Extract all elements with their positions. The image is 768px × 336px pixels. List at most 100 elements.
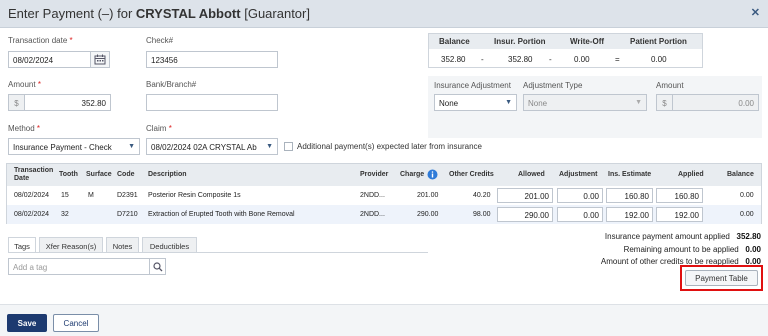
amount-label: Amount * [8,80,41,89]
chevron-down-icon: ▼ [128,143,135,150]
additional-payments-label: Additional payment(s) expected later fro… [297,142,482,151]
col-applied: Applied [678,171,704,178]
payment-table-button[interactable]: Payment Table [685,270,758,286]
col-charge: Charge [400,171,425,178]
dialog-footer: Save Cancel [0,304,768,336]
col-provider: Provider [360,171,389,178]
col-date-1: Transaction [14,167,54,174]
row-charge: 201.00 [417,192,439,199]
bank-branch-input[interactable] [146,94,278,111]
tab-notes[interactable]: Notes [106,237,139,253]
row-surface: M [88,192,94,199]
dialog-titlebar: Enter Payment (–) for CRYSTAL Abbott [Gu… [0,0,768,28]
patient-portion-value: 0.00 [651,55,667,64]
patient-name: CRYSTAL Abbott [135,6,241,21]
dollar-addon: $ [656,94,673,111]
allowed-input[interactable]: 290.00 [497,207,553,222]
add-tag-input[interactable]: Add a tag [8,258,150,275]
save-button[interactable]: Save [7,314,47,332]
additional-payments-checkbox[interactable] [284,142,293,151]
payment-table-highlight: Payment Table [680,265,763,291]
method-select[interactable]: Insurance Payment - Check ▼ [8,138,140,155]
col-ins-estimate: Ins. Estimate [608,171,652,178]
col-tooth: Tooth [59,171,78,178]
ins-estimate-input[interactable]: 160.80 [606,188,653,203]
col-date-2: Date [14,175,30,182]
tab-tags[interactable]: Tags [8,237,36,253]
allowed-input[interactable]: 201.00 [497,188,553,203]
col-surface: Surface [86,171,112,178]
col-other-credits: Other Credits [449,171,494,178]
insurance-adjustment-label: Insurance Adjustment [434,81,511,90]
tab-xfer-reasons[interactable]: Xfer Reason(s) [39,237,103,253]
adjustment-type-select: None ▼ [523,94,647,111]
claim-label: Claim * [146,124,172,133]
ins-estimate-input[interactable]: 192.00 [606,207,653,222]
row-balance: 0.00 [740,192,754,199]
chevron-down-icon: ▼ [505,99,512,106]
method-label: Method * [8,124,41,133]
row-other-credits: 40.20 [473,192,491,199]
adjustment-type-label: Adjustment Type [523,81,583,90]
row-tooth: 15 [61,192,69,199]
transactions-grid: Transaction Date Tooth Surface Code Desc… [6,163,762,224]
row-date: 08/02/2024 [14,192,50,199]
row-date: 08/02/2024 [14,211,50,218]
amount-input[interactable]: 352.80 [24,94,111,111]
row-description: Extraction of Erupted Tooth with Bone Re… [148,211,295,218]
calendar-icon[interactable] [90,51,110,68]
insurance-adjustment-select[interactable]: None ▼ [434,94,517,111]
balance-value: 352.80 [441,55,466,64]
row-code: D7210 [117,211,138,218]
balance-summary: Balance Insur. Portion Write-Off Patient… [428,33,703,68]
summary-remaining: Remaining amount to be applied 0.00 [623,245,761,254]
transaction-date-input[interactable]: 08/02/2024 [8,51,91,68]
balance-header-insur: Insur. Portion [494,37,546,46]
dollar-addon: $ [8,94,25,111]
close-icon[interactable]: ✕ [751,6,760,19]
row-description: Posterior Resin Composite 1s [148,192,241,199]
dialog-title: Enter Payment (–) for CRYSTAL Abbott [Gu… [8,6,310,21]
col-allowed: Allowed [518,171,545,178]
bank-branch-label: Bank/Branch# [146,80,197,89]
writeoff-value: 0.00 [574,55,590,64]
adjustment-amount-label: Amount [656,81,684,90]
title-prefix: Enter Payment (–) for [8,6,136,21]
row-provider: 2NDD... [360,192,385,199]
tab-deductibles[interactable]: Deductibles [142,237,197,253]
col-adjustment: Adjustment [559,171,598,178]
check-input[interactable]: 123456 [146,51,278,68]
col-balance: Balance [727,171,754,178]
adjustment-input[interactable]: 0.00 [557,188,603,203]
check-label: Check# [146,36,174,45]
applied-input[interactable]: 160.80 [656,188,703,203]
transaction-date-label: Transaction date * [8,36,73,45]
chevron-down-icon: ▼ [266,143,273,150]
summary-applied: Insurance payment amount applied 352.80 [604,232,761,241]
row-tooth: 32 [61,211,69,218]
adjustment-input[interactable]: 0.00 [557,207,603,222]
row-balance: 0.00 [740,211,754,218]
adjustment-amount-input: 0.00 [672,94,759,111]
claim-select[interactable]: 08/02/2024 02A CRYSTAL Ab ▼ [146,138,278,155]
row-charge: 290.00 [417,211,439,218]
balance-header-balance: Balance [439,37,470,46]
title-suffix: [Guarantor] [240,6,310,21]
table-row: 08/02/2024 15 M D2391 Posterior Resin Co… [7,186,761,205]
row-provider: 2NDD... [360,211,385,218]
table-row: 08/02/2024 32 D7210 Extraction of Erupte… [7,205,761,224]
col-description: Description [148,171,187,178]
minus-operator: - [549,55,552,64]
row-code: D2391 [117,192,138,199]
chevron-down-icon: ▼ [635,99,642,106]
balance-header-patient: Patient Portion [630,37,687,46]
cancel-button[interactable]: Cancel [53,314,99,332]
col-code: Code [117,171,135,178]
tab-divider [8,252,428,253]
applied-input[interactable]: 192.00 [656,207,703,222]
search-icon[interactable] [149,258,166,275]
balance-header-writeoff: Write-Off [570,37,605,46]
minus-operator: - [481,55,484,64]
info-icon[interactable] [427,169,438,180]
row-other-credits: 98.00 [473,211,491,218]
